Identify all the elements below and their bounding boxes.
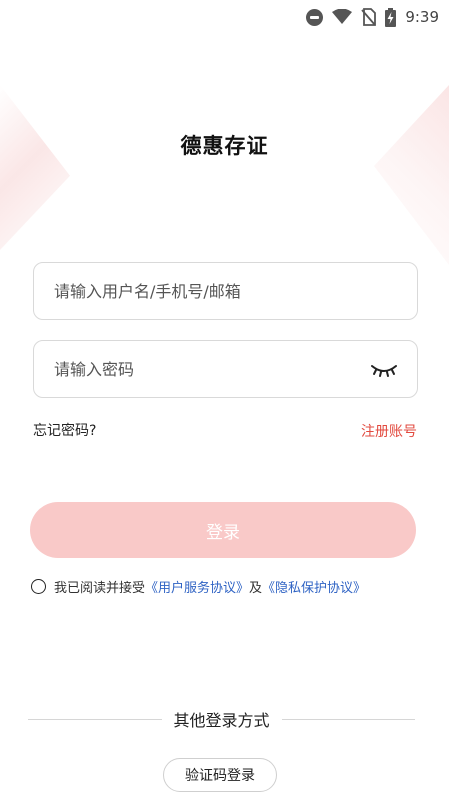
- no-sim-icon: [361, 8, 377, 26]
- other-login-divider: 其他登录方式: [28, 707, 416, 731]
- agreement-radio[interactable]: [31, 579, 46, 594]
- decorative-shape-left: [0, 85, 70, 250]
- app-title: 德惠存证: [180, 134, 269, 158]
- divider-line-left: [28, 718, 162, 720]
- agreement-row: 我已阅读并接受 《用户服务协议》 及 《隐私保护协议》: [31, 577, 366, 596]
- do-not-disturb-icon: [306, 8, 324, 26]
- agreement-and: 及: [249, 581, 263, 596]
- password-field[interactable]: [33, 340, 418, 398]
- password-input[interactable]: [52, 358, 361, 380]
- eye-closed-icon[interactable]: [369, 359, 399, 379]
- status-bar: 9:39: [0, 0, 449, 34]
- decorative-shape-right: [374, 85, 449, 265]
- divider-line-right: [281, 718, 416, 720]
- wifi-icon: [332, 9, 353, 24]
- privacy-policy-link[interactable]: 《隐私保护协议》: [262, 577, 366, 596]
- login-button[interactable]: 登录: [30, 502, 416, 558]
- username-field[interactable]: [33, 262, 418, 320]
- agreement-prefix: 我已阅读并接受: [54, 581, 146, 596]
- user-agreement-link[interactable]: 《用户服务协议》: [145, 577, 249, 596]
- username-input[interactable]: [52, 280, 399, 302]
- battery-charging-icon: [385, 7, 397, 27]
- sms-login-button[interactable]: 验证码登录: [163, 758, 277, 792]
- forgot-password-link[interactable]: 忘记密码?: [33, 420, 96, 440]
- status-time: 9:39: [405, 8, 439, 26]
- other-login-title: 其他登录方式: [173, 711, 270, 730]
- register-link[interactable]: 注册账号: [361, 421, 417, 441]
